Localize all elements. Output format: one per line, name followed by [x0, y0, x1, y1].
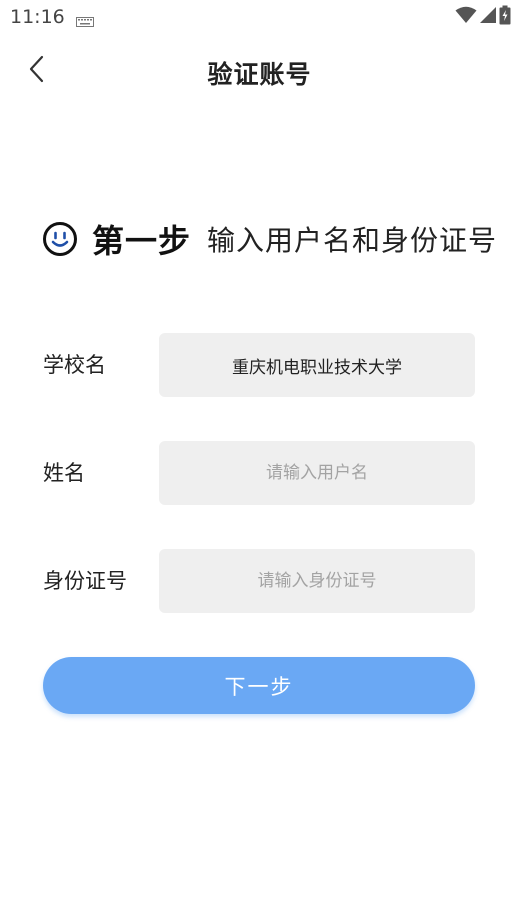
- step-description: 输入用户名和身份证号: [207, 224, 498, 257]
- page-title: 验证账号: [207, 60, 312, 89]
- keyboard-icon: [76, 12, 94, 27]
- header: 验证账号: [0, 42, 519, 102]
- step-label: 第一步: [92, 222, 192, 260]
- status-time: 11:16: [10, 6, 65, 28]
- id-number-row: 身份证号: [0, 549, 519, 613]
- school-row: 学校名 重庆机电职业技术大学: [0, 333, 519, 397]
- status-bar: 11:16: [0, 0, 519, 36]
- wifi-icon: [455, 6, 477, 28]
- name-label: 姓名: [43, 461, 85, 485]
- smile-icon: [42, 221, 78, 257]
- name-input[interactable]: [159, 441, 475, 505]
- status-icons: [455, 5, 511, 29]
- id-number-input[interactable]: [159, 549, 475, 613]
- id-number-label: 身份证号: [43, 569, 127, 593]
- id-number-field-container: [159, 549, 475, 613]
- battery-charging-icon: [499, 5, 511, 29]
- school-field[interactable]: 重庆机电职业技术大学: [159, 333, 475, 397]
- name-row: 姓名: [0, 441, 519, 505]
- signal-icon: [479, 6, 497, 28]
- step-heading: 第一步 输入用户名和身份证号: [42, 216, 497, 262]
- school-label: 学校名: [43, 353, 106, 377]
- next-button[interactable]: 下一步: [43, 657, 475, 714]
- name-field-container: [159, 441, 475, 505]
